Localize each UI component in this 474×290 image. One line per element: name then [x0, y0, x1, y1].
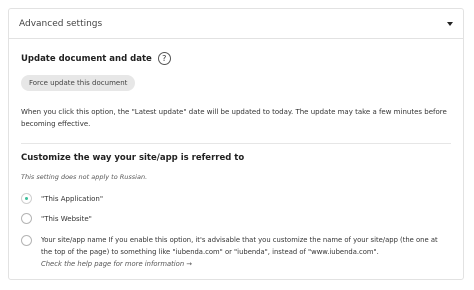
advanced-settings-panel: Advanced settings Update document and da…	[8, 8, 464, 280]
caret-down-icon[interactable]	[447, 21, 453, 26]
update-section-header: Update document and date ?	[21, 52, 451, 65]
force-update-button[interactable]: Force update this document	[21, 75, 136, 91]
radio-label: "This Application"	[41, 194, 104, 203]
customize-title: Customize the way your site/app is refer…	[21, 153, 245, 163]
radio-option-this-website[interactable]: "This Website"	[21, 213, 92, 224]
panel-title: Advanced settings	[19, 18, 103, 29]
radio-button[interactable]	[21, 193, 32, 204]
radio-option-text: Your site/app name If you enable this op…	[41, 234, 449, 270]
help-page-link[interactable]: Check the help page for more information…	[41, 260, 192, 268]
advanced-settings-header[interactable]: Advanced settings	[9, 9, 463, 39]
radio-button[interactable]	[21, 213, 32, 224]
radio-label: Your site/app name If you enable this op…	[41, 236, 438, 256]
radio-selected-dot	[25, 197, 28, 200]
radio-label: "This Website"	[41, 214, 92, 223]
divider	[21, 143, 451, 144]
customize-note: This setting does not apply to Russian.	[21, 173, 148, 181]
update-title: Update document and date	[21, 53, 152, 64]
update-description: When you click this option, the "Latest …	[21, 108, 447, 128]
radio-option-this-application[interactable]: "This Application"	[21, 193, 103, 204]
help-icon[interactable]: ?	[157, 52, 171, 65]
radio-button[interactable]	[21, 235, 32, 246]
radio-option-site-name[interactable]: Your site/app name If you enable this op…	[21, 234, 449, 270]
